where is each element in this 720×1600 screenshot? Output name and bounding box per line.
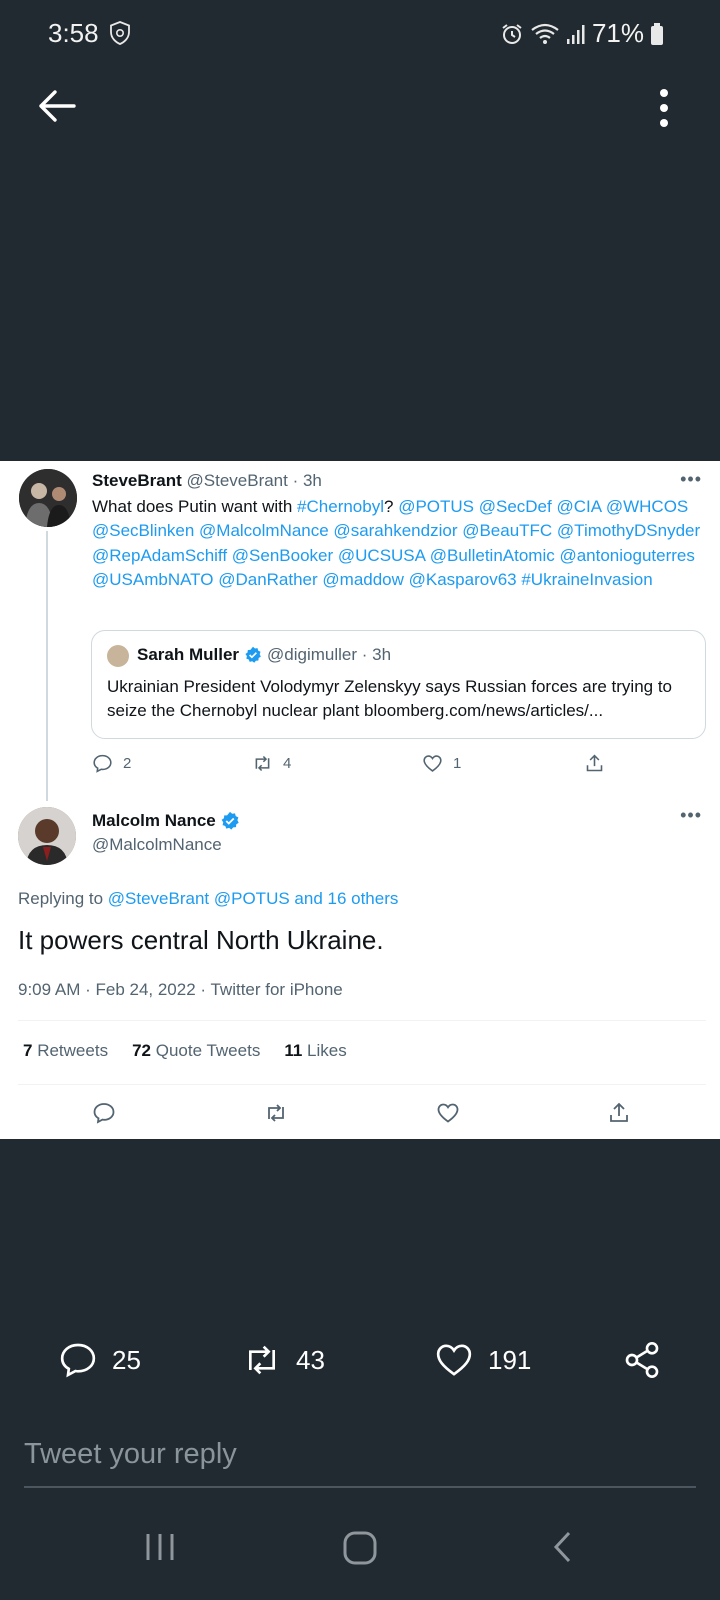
tweet1-more-button[interactable]: ••• xyxy=(680,469,702,490)
back-nav-icon[interactable] xyxy=(552,1530,572,1564)
retweet-count: 43 xyxy=(296,1344,325,1375)
divider xyxy=(18,1084,706,1085)
tweet1-author-name[interactable]: SteveBrant xyxy=(92,471,182,490)
tweet1-actions: 2 4 1 xyxy=(92,753,622,777)
quoted-tweet[interactable]: Sarah Muller @digimuller · 3h Ukrainian … xyxy=(91,630,706,739)
tweet1-retweet-button[interactable]: 4 xyxy=(252,753,291,774)
shield-icon xyxy=(110,21,130,45)
share-icon xyxy=(586,754,603,772)
thread-line xyxy=(46,531,48,801)
quote-tweets-stat[interactable]: 72 Quote Tweets xyxy=(132,1041,260,1061)
retweets-stat[interactable]: 7 Retweets xyxy=(23,1041,108,1061)
tweet2-timestamp: 9:09 AM · Feb 24, 2022 · Twitter for iPh… xyxy=(18,980,343,999)
avatar-malcolmnance[interactable] xyxy=(18,807,76,865)
tweet1-reply-count: 2 xyxy=(123,755,132,772)
reply-button[interactable]: 25 xyxy=(58,1340,141,1380)
tweet1-text-2: ? xyxy=(384,497,399,516)
alarm-icon xyxy=(502,23,522,44)
home-icon[interactable] xyxy=(342,1530,378,1566)
hashtag-link[interactable]: #Chernobyl xyxy=(297,497,384,516)
tweet1-body: What does Putin want with #Chernobyl? @P… xyxy=(92,495,707,592)
quoted-tweet-meta: @digimuller · 3h xyxy=(267,645,392,664)
reply-icon xyxy=(60,1343,96,1378)
tweet1-reply-button[interactable]: 2 xyxy=(92,753,131,774)
tweet2-text: It powers central North Ukraine. xyxy=(18,925,384,955)
tweet1-retweet-count: 4 xyxy=(283,755,292,772)
retweet-icon xyxy=(249,1345,275,1375)
like-count: 191 xyxy=(488,1344,532,1375)
wifi-icon xyxy=(531,23,559,44)
heart-icon xyxy=(423,755,442,772)
reply-input[interactable] xyxy=(24,1432,696,1476)
reply-icon[interactable] xyxy=(92,1101,116,1125)
tweet2-handle[interactable]: @MalcolmNance xyxy=(92,835,222,855)
likes-stat[interactable]: 11 Likes xyxy=(284,1041,346,1061)
tweet2-author-name: Malcolm Nance xyxy=(92,811,216,830)
tweet2-more-button[interactable]: ••• xyxy=(680,805,702,826)
system-navbar xyxy=(0,1530,720,1574)
post-actions: 25 43 191 xyxy=(0,1340,720,1384)
retweet-button[interactable]: 43 xyxy=(242,1340,325,1380)
recents-icon[interactable] xyxy=(144,1530,176,1564)
divider xyxy=(18,1020,706,1021)
share-icon xyxy=(625,1342,659,1378)
tweet2-author[interactable]: Malcolm Nance xyxy=(92,811,240,831)
reply-box xyxy=(24,1432,696,1488)
replying-targets-link[interactable]: @SteveBrant @POTUS and 16 others xyxy=(108,889,399,908)
quoted-tweet-body: Ukrainian President Volodymyr Zelenskyy … xyxy=(107,677,673,720)
status-right: 71% xyxy=(500,18,664,49)
battery-level: 71% xyxy=(591,18,644,48)
avatar-sarahmuller[interactable] xyxy=(107,645,129,667)
more-options-icon[interactable] xyxy=(658,88,670,128)
avatar-stevebrant[interactable] xyxy=(19,469,77,527)
signal-icon xyxy=(566,24,585,44)
status-bar: 3:58 71% xyxy=(0,0,720,66)
share-icon[interactable] xyxy=(607,1101,631,1125)
reply-icon xyxy=(93,754,112,773)
battery-icon xyxy=(651,22,663,45)
tweet1-share-button[interactable] xyxy=(584,753,605,774)
reply-count: 25 xyxy=(112,1344,141,1375)
tweet2-actions xyxy=(0,1101,720,1127)
verified-badge-icon xyxy=(245,646,261,663)
retweet-icon xyxy=(255,755,270,772)
quoted-author-name: Sarah Muller xyxy=(137,645,240,664)
tweet-thread-card: SteveBrant @SteveBrant · 3h ••• What doe… xyxy=(0,461,720,1139)
tweet1-header: SteveBrant @SteveBrant · 3h xyxy=(92,471,322,491)
tweet2-stats: 7 Retweets 72 Quote Tweets 11 Likes xyxy=(23,1041,347,1061)
retweet-icon[interactable] xyxy=(264,1101,288,1125)
replying-to: Replying to @SteveBrant @POTUS and 16 ot… xyxy=(18,889,398,909)
share-button[interactable] xyxy=(622,1340,662,1380)
like-button[interactable]: 191 xyxy=(434,1340,531,1380)
tweet1-text-1: What does Putin want with xyxy=(92,497,298,516)
heart-icon[interactable] xyxy=(436,1101,460,1125)
replying-prefix: Replying to xyxy=(18,889,108,908)
tweet1-like-count: 1 xyxy=(453,755,462,772)
verified-badge-icon xyxy=(221,811,239,830)
status-time: 3:58 xyxy=(48,18,99,48)
tweet1-meta: @SteveBrant · 3h xyxy=(186,471,322,490)
quoted-tweet-header: Sarah Muller @digimuller · 3h xyxy=(137,645,391,665)
tweet1-like-button[interactable]: 1 xyxy=(422,753,461,774)
heart-icon xyxy=(436,1344,472,1376)
back-arrow-icon[interactable] xyxy=(36,88,78,124)
